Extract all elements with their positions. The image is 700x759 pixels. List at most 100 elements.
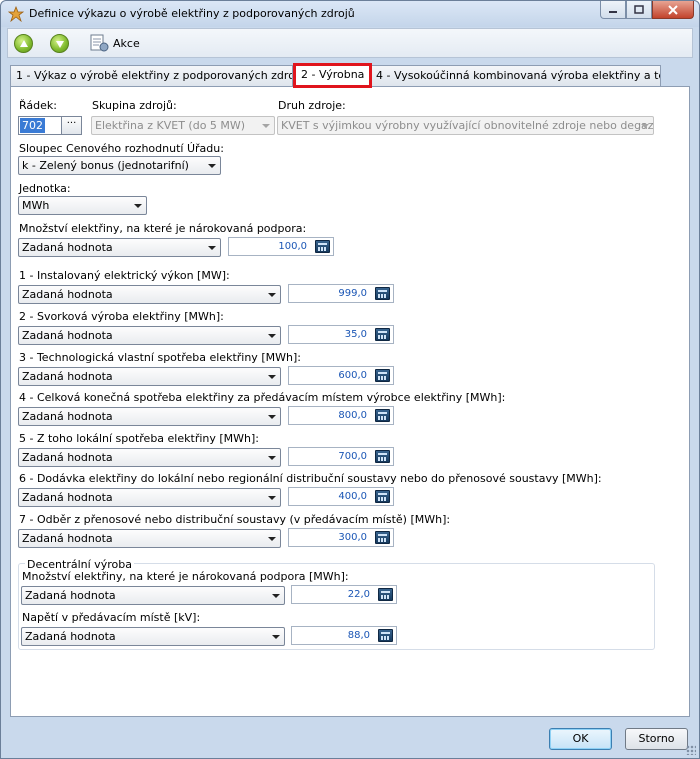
- row6-mode-select[interactable]: Zadaná hodnota: [18, 488, 281, 507]
- row7-value[interactable]: 300,0: [338, 532, 367, 543]
- jednotka-select[interactable]: MWh: [18, 196, 147, 215]
- chevron-down-icon: [272, 635, 280, 639]
- row3-value[interactable]: 600,0: [338, 370, 367, 381]
- move-up-button[interactable]: [14, 34, 33, 53]
- app-icon: [8, 6, 24, 22]
- chevron-down-icon: [272, 594, 280, 598]
- row7-mode-value: Zadaná hodnota: [22, 532, 113, 545]
- row2-value-field[interactable]: 35,0: [288, 325, 394, 344]
- minimize-button[interactable]: [600, 1, 626, 19]
- calculator-icon[interactable]: [375, 490, 390, 503]
- chevron-down-icon: [268, 456, 276, 460]
- row4-value[interactable]: 800,0: [338, 410, 367, 421]
- row3-label: 3 - Technologická vlastní spotřeba elekt…: [19, 351, 301, 364]
- row1-value[interactable]: 999,0: [338, 288, 367, 299]
- row2-label: 2 - Svorková výroba elektřiny [MWh]:: [19, 310, 224, 323]
- decentral-napeti-value-field[interactable]: 88,0: [291, 626, 397, 645]
- decentral-mnozstvi-value[interactable]: 22,0: [348, 589, 370, 600]
- row7-value-field[interactable]: 300,0: [288, 528, 394, 547]
- mnozstvi-mode-value: Zadaná hodnota: [22, 241, 113, 254]
- row1-mode-value: Zadaná hodnota: [22, 288, 113, 301]
- row5-mode-select[interactable]: Zadaná hodnota: [18, 448, 281, 467]
- row6-label: 6 - Dodávka elektřiny do lokální nebo re…: [19, 472, 602, 485]
- decentral-napeti-mode-select[interactable]: Zadaná hodnota: [21, 627, 285, 646]
- resize-grip-icon[interactable]: [686, 745, 696, 755]
- mnozstvi-value[interactable]: 100,0: [278, 241, 307, 252]
- close-button[interactable]: [652, 1, 694, 19]
- decentral-napeti-value[interactable]: 88,0: [348, 630, 370, 641]
- calculator-icon[interactable]: [375, 450, 390, 463]
- actions-icon[interactable]: [88, 33, 110, 53]
- row5-value[interactable]: 700,0: [338, 451, 367, 462]
- row4-value-field[interactable]: 800,0: [288, 406, 394, 425]
- row7-label: 7 - Odběr z přenosové nebo distribuční s…: [19, 513, 451, 526]
- row3-mode-select[interactable]: Zadaná hodnota: [18, 367, 281, 386]
- row4-mode-select[interactable]: Zadaná hodnota: [18, 407, 281, 426]
- sloupec-select[interactable]: k - Zelený bonus (jednotarifní): [18, 156, 221, 175]
- tab-kvet[interactable]: 4 - Vysokoúčinná kombinovaná výroba elek…: [370, 65, 661, 87]
- radek-browse-button[interactable]: ···: [61, 117, 81, 134]
- toolbar: Akce: [7, 28, 693, 58]
- calculator-icon[interactable]: [378, 629, 393, 642]
- row5-label: 5 - Z toho lokální spotřeba elektřiny [M…: [19, 432, 260, 445]
- dialog-window: Definice výkazu o výrobě elektřiny z pod…: [0, 0, 700, 759]
- chevron-down-icon: [134, 204, 142, 208]
- minimize-icon: [609, 10, 617, 13]
- decentral-napeti-label: Napětí v předávacím místě [kV]:: [22, 611, 201, 624]
- mnozstvi-mode-select[interactable]: Zadaná hodnota: [18, 238, 221, 257]
- chevron-down-icon: [268, 334, 276, 338]
- row5-value-field[interactable]: 700,0: [288, 447, 394, 466]
- cancel-button[interactable]: Storno: [625, 728, 688, 750]
- tab-vykaz[interactable]: 1 - Výkaz o výrobě elektřiny z podporova…: [10, 65, 293, 87]
- skupina-select: Elektřina z KVET (do 5 MW): [91, 116, 275, 135]
- row2-value[interactable]: 35,0: [345, 329, 367, 340]
- chevron-down-icon: [268, 496, 276, 500]
- row1-value-field[interactable]: 999,0: [288, 284, 394, 303]
- row3-value-field[interactable]: 600,0: [288, 366, 394, 385]
- row7-mode-select[interactable]: Zadaná hodnota: [18, 529, 281, 548]
- calculator-icon[interactable]: [375, 409, 390, 422]
- mnozstvi-value-field[interactable]: 100,0: [228, 237, 334, 256]
- mnozstvi-label: Množství elektřiny, na které je nárokova…: [19, 222, 307, 235]
- calculator-icon[interactable]: [375, 531, 390, 544]
- ok-button[interactable]: OK: [549, 728, 612, 750]
- chevron-down-icon: [268, 293, 276, 297]
- sloupec-label: Sloupec Cenového rozhodnutí Úřadu:: [19, 142, 224, 155]
- decentral-mnozstvi-mode-select[interactable]: Zadaná hodnota: [21, 586, 285, 605]
- row3-mode-value: Zadaná hodnota: [22, 370, 113, 383]
- row6-mode-value: Zadaná hodnota: [22, 491, 113, 504]
- arrow-down-icon: [55, 40, 64, 48]
- chevron-down-icon: [208, 246, 216, 250]
- radek-field[interactable]: 702 ···: [18, 116, 82, 135]
- row6-value-field[interactable]: 400,0: [288, 487, 394, 506]
- row4-mode-value: Zadaná hodnota: [22, 410, 113, 423]
- calculator-icon[interactable]: [375, 287, 390, 300]
- chevron-down-icon: [268, 537, 276, 541]
- tab-vyrobna[interactable]: 2 - Výrobna: [293, 63, 372, 88]
- close-icon: [668, 4, 678, 15]
- actions-menu-label[interactable]: Akce: [113, 37, 140, 50]
- move-down-button[interactable]: [50, 34, 69, 53]
- row2-mode-select[interactable]: Zadaná hodnota: [18, 326, 281, 345]
- calculator-icon[interactable]: [315, 240, 330, 253]
- sloupec-value: k - Zelený bonus (jednotarifní): [22, 159, 189, 172]
- calculator-icon[interactable]: [375, 369, 390, 382]
- jednotka-value: MWh: [22, 199, 50, 212]
- radek-value[interactable]: 702: [20, 118, 45, 133]
- window-title: Definice výkazu o výrobě elektřiny z pod…: [29, 7, 355, 20]
- decentral-mnozstvi-value-field[interactable]: 22,0: [291, 585, 397, 604]
- row5-mode-value: Zadaná hodnota: [22, 451, 113, 464]
- calculator-icon[interactable]: [375, 328, 390, 341]
- maximize-button[interactable]: [626, 1, 652, 19]
- druh-label: Druh zdroje:: [278, 99, 346, 112]
- row6-value[interactable]: 400,0: [338, 491, 367, 502]
- skupina-value: Elektřina z KVET (do 5 MW): [95, 119, 246, 132]
- chevron-down-icon: [641, 124, 649, 128]
- calculator-icon[interactable]: [378, 588, 393, 601]
- druh-value: KVET s výjimkou výrobny využívající obno…: [281, 119, 654, 132]
- title-bar[interactable]: Definice výkazu o výrobě elektřiny z pod…: [1, 1, 699, 27]
- radek-label: Řádek:: [19, 99, 57, 112]
- arrow-up-icon: [19, 39, 28, 47]
- row1-mode-select[interactable]: Zadaná hodnota: [18, 285, 281, 304]
- chevron-down-icon: [208, 164, 216, 168]
